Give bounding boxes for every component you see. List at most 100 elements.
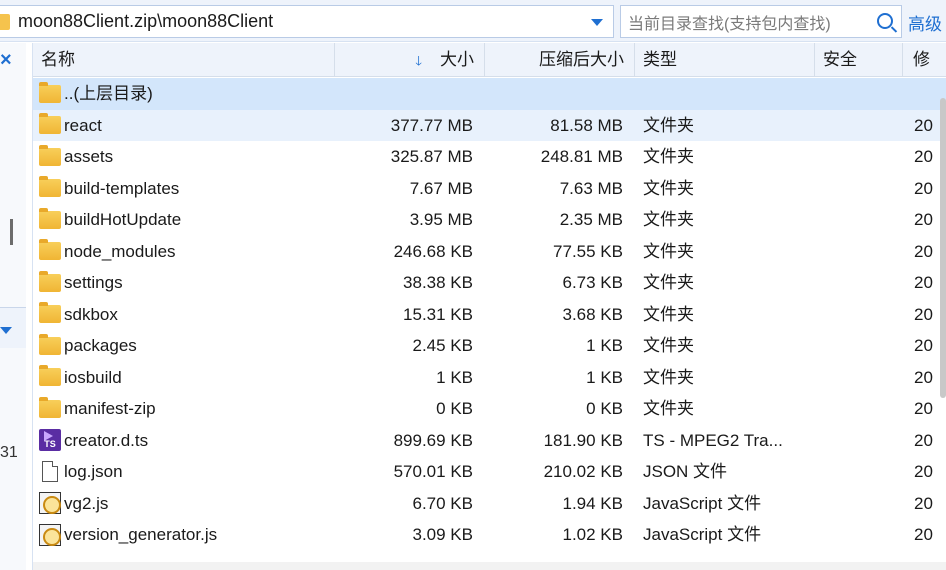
table-row[interactable]: node_modules 246.68 KB 77.55 KB 文件夹 20: [33, 236, 946, 268]
folder-icon: [39, 113, 61, 135]
file-type: 文件夹: [643, 147, 694, 166]
table-row[interactable]: version_generator.js 3.09 KB 1.02 KB JavaSc…: [33, 519, 946, 551]
folder-icon: [39, 144, 61, 166]
file-name: node_modules: [64, 241, 176, 261]
column-header-type[interactable]: 类型: [635, 43, 815, 77]
file-name-cell: settings: [39, 267, 335, 299]
compressed-size: 248.81 MB: [540, 147, 623, 166]
file-type: 文件夹: [643, 210, 694, 229]
file-name: sdkbox: [64, 304, 118, 324]
close-icon[interactable]: ×: [0, 49, 12, 72]
address-path: moon88Client.zip\moon88Client: [18, 11, 274, 31]
folder-icon: [0, 13, 10, 30]
table-row[interactable]: react 377.77 MB 81.58 MB 文件夹 20: [33, 109, 946, 141]
file-name: react: [64, 115, 102, 135]
file-type: [643, 78, 813, 110]
file-name-cell: buildHotUpdate: [39, 204, 335, 236]
file-name-cell: sdkbox: [39, 299, 335, 331]
file-size: 7.67 MB: [409, 178, 473, 198]
column-modified-label: 修: [913, 50, 930, 69]
file-name: creator.d.ts: [64, 430, 149, 450]
vertical-scrollbar[interactable]: [938, 78, 946, 398]
panel-scrollbar[interactable]: [10, 219, 13, 245]
table-row[interactable]: assets 325.87 MB 248.81 MB 文件夹 20: [33, 141, 946, 173]
column-compressed-label: 压缩后大小: [539, 50, 624, 69]
modified-date: 20: [914, 462, 933, 481]
file-name: buildHotUpdate: [64, 210, 182, 229]
search-box[interactable]: 当前目录查找(支持包内查找): [620, 5, 902, 38]
file-name: log.json: [64, 462, 123, 481]
folder-icon: [39, 270, 61, 292]
file-size: 3.95 MB: [409, 210, 473, 229]
file-name-cell: iosbuild: [39, 362, 335, 394]
table-row[interactable]: TS creator.d.ts 899.69 KB 181.90 KB TS - MPE…: [33, 425, 946, 457]
javascript-file-icon: [39, 492, 61, 515]
search-icon[interactable]: [877, 13, 893, 29]
file-name-cell: log.json: [39, 456, 335, 488]
column-header-size[interactable]: 🡓 大小: [335, 43, 485, 77]
file-name: settings: [64, 273, 123, 292]
sort-down-icon: 🡓: [415, 53, 422, 68]
parent-directory-row[interactable]: ..(上层目录): [33, 78, 946, 110]
file-type: 文件夹: [643, 336, 694, 355]
file-size: 570.01 KB: [393, 462, 473, 481]
advanced-search-link[interactable]: 高级: [908, 10, 942, 35]
column-size-label: 大小: [440, 50, 474, 69]
file-name: assets: [64, 147, 114, 166]
file-name: ..(上层目录): [64, 84, 153, 103]
file-type: 文件夹: [643, 304, 694, 324]
file-name-cell: assets: [39, 141, 335, 173]
file-type: 文件夹: [643, 399, 694, 418]
folder-icon: [39, 302, 61, 324]
file-name-cell: ..(上层目录): [39, 78, 335, 110]
file-name-cell: manifest-zip: [39, 393, 335, 425]
horizontal-scrollbar[interactable]: [33, 562, 946, 570]
chevron-down-icon[interactable]: [591, 19, 603, 26]
partial-number: 31: [0, 444, 18, 461]
table-row[interactable]: buildHotUpdate 3.95 MB 2.35 MB 文件夹 20: [33, 204, 946, 236]
file-type: 文件夹: [643, 367, 694, 387]
file-name: vg2.js: [64, 493, 109, 513]
column-name-label: 名称: [41, 50, 75, 69]
table-row[interactable]: iosbuild 1 KB 1 KB 文件夹 20: [33, 362, 946, 394]
scrollbar-thumb[interactable]: [940, 98, 946, 398]
file-name-cell: vg2.js: [39, 488, 335, 520]
compressed-size: 77.55 KB: [553, 241, 623, 261]
file-size: 325.87 MB: [390, 147, 473, 166]
column-type-label: 类型: [643, 50, 677, 69]
chevron-down-icon[interactable]: [0, 327, 12, 334]
compressed-size: 81.58 MB: [550, 115, 623, 135]
table-row[interactable]: log.json 570.01 KB 210.02 KB JSON 文件 20: [33, 456, 946, 488]
file-size: 0 KB: [436, 399, 473, 418]
file-size: 38.38 KB: [403, 273, 473, 292]
table-row[interactable]: build-templates 7.67 MB 7.63 MB 文件夹 20: [33, 173, 946, 205]
compressed-size: 210.02 KB: [543, 462, 623, 481]
column-header-compressed[interactable]: 压缩后大小: [485, 43, 635, 77]
column-header-modified[interactable]: 修: [903, 43, 946, 77]
search-input[interactable]: 当前目录查找(支持包内查找): [621, 10, 831, 34]
table-row[interactable]: vg2.js 6.70 KB 1.94 KB JavaScript 文件 20: [33, 488, 946, 520]
file-list: 名称 🡓 大小 压缩后大小 类型 安全 修 ..(上层目录) react 377.77…: [32, 43, 946, 570]
file-size: 899.69 KB: [393, 430, 473, 450]
file-size: [335, 78, 473, 110]
column-header-name[interactable]: 名称: [33, 43, 335, 77]
column-header-security[interactable]: 安全: [815, 43, 903, 77]
table-row[interactable]: packages 2.45 KB 1 KB 文件夹 20: [33, 330, 946, 362]
table-row[interactable]: settings 38.38 KB 6.73 KB 文件夹 20: [33, 267, 946, 299]
compressed-size: 1.94 KB: [562, 493, 624, 513]
compressed-size: 7.63 MB: [559, 178, 623, 198]
file-name: iosbuild: [64, 367, 122, 387]
table-row[interactable]: sdkbox 15.31 KB 3.68 KB 文件夹 20: [33, 299, 946, 331]
file-name-cell: packages: [39, 330, 335, 362]
file-type: 文件夹: [643, 273, 694, 292]
compressed-size: 0 KB: [586, 399, 623, 418]
file-size: 246.68 KB: [393, 241, 473, 261]
compressed-size: 6.73 KB: [562, 273, 624, 292]
folder-icon: [39, 81, 61, 103]
file-type: 文件夹: [643, 115, 694, 135]
table-row[interactable]: manifest-zip 0 KB 0 KB 文件夹 20: [33, 393, 946, 425]
modified-date: 20: [914, 430, 933, 450]
document-icon: [42, 461, 58, 483]
address-bar[interactable]: moon88Client.zip\moon88Client: [0, 5, 614, 38]
compressed-size: 1 KB: [586, 367, 623, 387]
